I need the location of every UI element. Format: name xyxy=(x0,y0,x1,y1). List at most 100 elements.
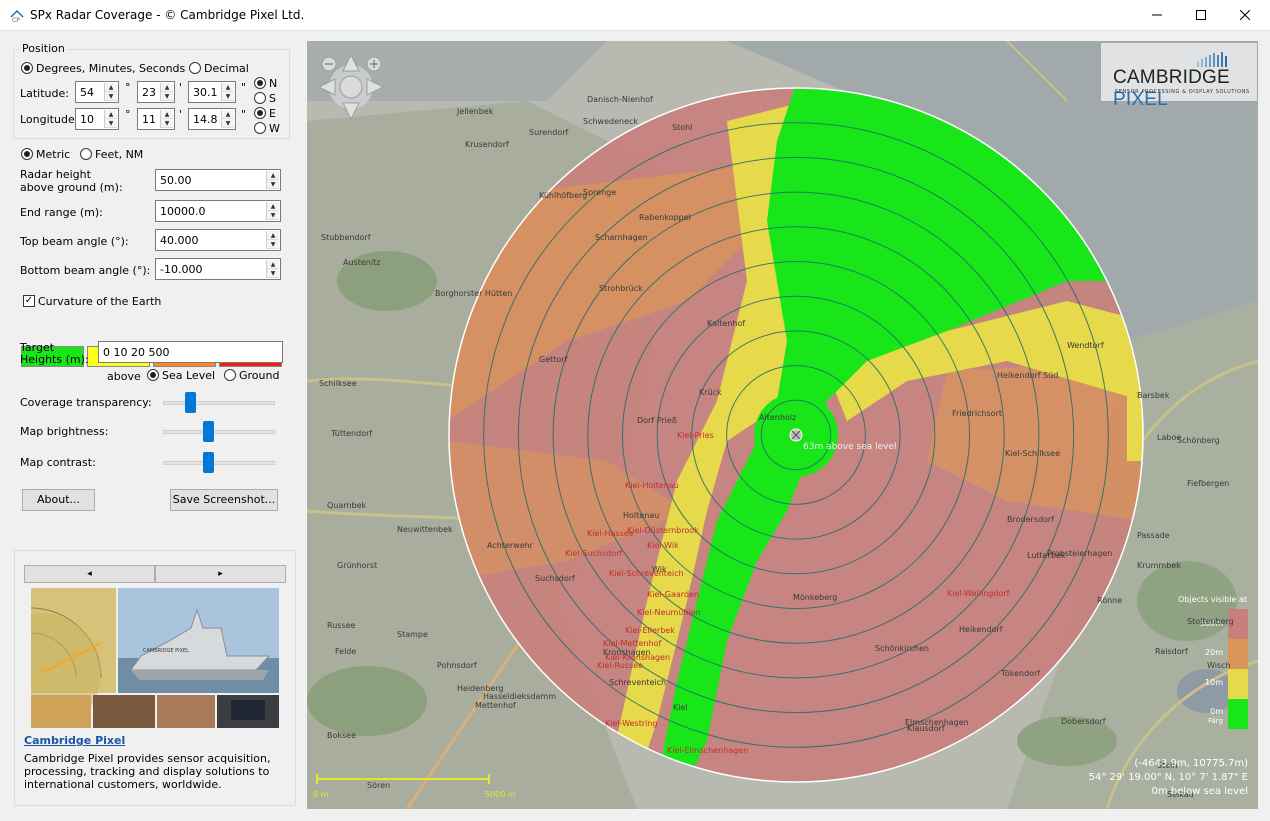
promo-text: processing, tracking and display solutio… xyxy=(24,765,270,778)
degree-symbol: ° xyxy=(125,81,131,94)
place-label: Pohnsdorf xyxy=(437,661,477,670)
place-label: Stoltenberg xyxy=(1187,617,1234,626)
hemisphere-n-radio[interactable] xyxy=(254,77,266,89)
top-beam-input[interactable]: 40.000 ▲ ▼ xyxy=(155,229,281,251)
save-screenshot-button[interactable]: Save Screenshot... xyxy=(170,489,278,511)
place-label-district: Kiel-Pries xyxy=(677,431,714,440)
place-label: Suchsdorf xyxy=(535,574,575,583)
spin-arrows[interactable]: ▲ ▼ xyxy=(266,202,279,220)
hemisphere-w-radio[interactable] xyxy=(254,122,266,134)
legend-item: 0m xyxy=(1210,707,1223,716)
latitude-seconds-input[interactable]: 30.1 ▲ ▼ xyxy=(188,81,236,103)
promo-text: international customers, worldwide. xyxy=(24,778,222,791)
contrast-slider-thumb[interactable] xyxy=(203,452,215,473)
about-button[interactable]: About... xyxy=(22,489,95,511)
legend-item: 10m xyxy=(1205,678,1223,687)
radar-height-input[interactable]: 50.00 ▲ ▼ xyxy=(155,169,281,191)
map-canvas[interactable]: 63m above sea level Objects visible at 5… xyxy=(307,41,1258,809)
promo-next-button[interactable]: ▸ xyxy=(155,565,286,583)
place-label: Stohl xyxy=(672,123,693,132)
units-metric-radio[interactable] xyxy=(21,148,33,160)
place-label: Jellenbek xyxy=(457,107,494,116)
title-bar: CP SPx Radar Coverage - © Cambridge Pixe… xyxy=(0,0,1270,31)
place-label-district: Kiel-Mettenhof xyxy=(603,639,662,648)
place-label: Schönkirchen xyxy=(875,644,929,653)
second-symbol: " xyxy=(241,108,247,121)
latitude-degrees-input[interactable]: 54 ▲ ▼ xyxy=(75,81,119,103)
contrast-label: Map contrast: xyxy=(20,456,96,469)
brightness-slider-thumb[interactable] xyxy=(203,421,215,442)
place-label: Krusendorf xyxy=(465,140,509,149)
place-label: Hasseldieksdamm xyxy=(483,692,556,701)
place-label: Klausdorf xyxy=(907,724,945,733)
place-label: Felde xyxy=(335,647,357,656)
latitude-minutes-input[interactable]: 23 ▲ ▼ xyxy=(137,81,175,103)
units-feet-radio[interactable] xyxy=(80,148,92,160)
longitude-degrees-input[interactable]: 10 ▲ ▼ xyxy=(75,108,119,130)
place-label: Holtenau xyxy=(623,511,660,520)
spin-arrows[interactable]: ▲ ▼ xyxy=(266,231,279,249)
promo-link[interactable]: Cambridge Pixel xyxy=(24,734,125,747)
spin-arrows[interactable]: ▲ ▼ xyxy=(160,110,173,128)
hemisphere-s-radio[interactable] xyxy=(254,92,266,104)
ground-radio[interactable] xyxy=(224,369,236,381)
hemisphere-s-label: S xyxy=(269,92,276,105)
place-label: Heikendorf xyxy=(959,625,1003,634)
place-label: Passade xyxy=(1137,531,1170,540)
place-label: Russee xyxy=(327,621,356,630)
promo-prev-button[interactable]: ◂ xyxy=(24,565,155,583)
curvature-checkbox[interactable]: ✓ xyxy=(23,295,35,307)
place-label: Borghorster Hütten xyxy=(435,289,513,298)
format-dms-radio[interactable] xyxy=(21,62,33,74)
maximize-button[interactable] xyxy=(1178,0,1224,30)
top-beam-label: Top beam angle (°): xyxy=(20,235,129,248)
spin-arrows[interactable]: ▲ ▼ xyxy=(221,83,234,101)
transparency-slider-thumb[interactable] xyxy=(185,392,197,413)
bottom-beam-input[interactable]: -10.000 ▲ ▼ xyxy=(155,258,281,280)
minimize-button[interactable] xyxy=(1134,0,1180,30)
contrast-slider-track[interactable] xyxy=(163,461,275,465)
place-label-district: Kiel-Hassee xyxy=(587,529,634,538)
spin-arrows[interactable]: ▲ ▼ xyxy=(266,171,279,189)
spin-arrows[interactable]: ▲ ▼ xyxy=(104,110,117,128)
end-range-input[interactable]: 10000.0 ▲ ▼ xyxy=(155,200,281,222)
place-label: Probsteierhagen xyxy=(1047,549,1113,558)
radar-height-readout: 63m above sea level xyxy=(803,442,897,452)
sea-level-radio[interactable] xyxy=(147,369,159,381)
svg-text:CP: CP xyxy=(12,17,20,23)
place-label: Mönkeberg xyxy=(793,593,838,602)
place-label: Kiel xyxy=(673,703,688,712)
brightness-label: Map brightness: xyxy=(20,425,109,438)
transparency-slider-track[interactable] xyxy=(163,401,275,405)
place-label: Danisch-Nienhof xyxy=(587,95,653,104)
legend-bottom-label: Färg xyxy=(1208,717,1223,725)
units-metric-label: Metric xyxy=(36,148,71,161)
target-heights-input[interactable]: 0 10 20 500 xyxy=(98,341,283,363)
place-label: Barsbek xyxy=(1137,391,1170,400)
place-label: Dorf Prieß xyxy=(637,416,677,425)
longitude-seconds-input[interactable]: 14.8 ▲ ▼ xyxy=(188,108,236,130)
place-label: Heikendorf Süd xyxy=(997,371,1059,380)
degree-symbol: ° xyxy=(125,108,131,121)
hemisphere-w-label: W xyxy=(269,122,280,135)
longitude-minutes-input[interactable]: 11 ▲ ▼ xyxy=(137,108,175,130)
above-label: above xyxy=(107,370,141,383)
spin-arrows[interactable]: ▲ ▼ xyxy=(104,83,117,101)
place-label-district: Kiel-Gaarden xyxy=(647,590,700,599)
scale-start-label: 0 m xyxy=(313,790,329,799)
place-label: Surendorf xyxy=(529,128,569,137)
close-button[interactable] xyxy=(1222,0,1268,30)
radar-site-icon[interactable] xyxy=(789,428,803,442)
map-view[interactable]: 63m above sea level Objects visible at 5… xyxy=(307,41,1258,809)
spin-arrows[interactable]: ▲ ▼ xyxy=(221,110,234,128)
place-label: Krück xyxy=(699,388,722,397)
format-decimal-radio[interactable] xyxy=(189,62,201,74)
hemisphere-e-radio[interactable] xyxy=(254,107,266,119)
cursor-xy-readout: (-4643.9m, 10775.7m) xyxy=(1134,758,1248,769)
brightness-slider-track[interactable] xyxy=(163,430,275,434)
place-label: Kiel-Schilksee xyxy=(1005,449,1061,458)
spin-arrows[interactable]: ▲ ▼ xyxy=(160,83,173,101)
spin-arrows[interactable]: ▲ ▼ xyxy=(266,260,279,278)
place-label-district: Kiel-Wellingdorf xyxy=(947,589,1010,598)
place-label: Neuwittenbek xyxy=(397,525,453,534)
